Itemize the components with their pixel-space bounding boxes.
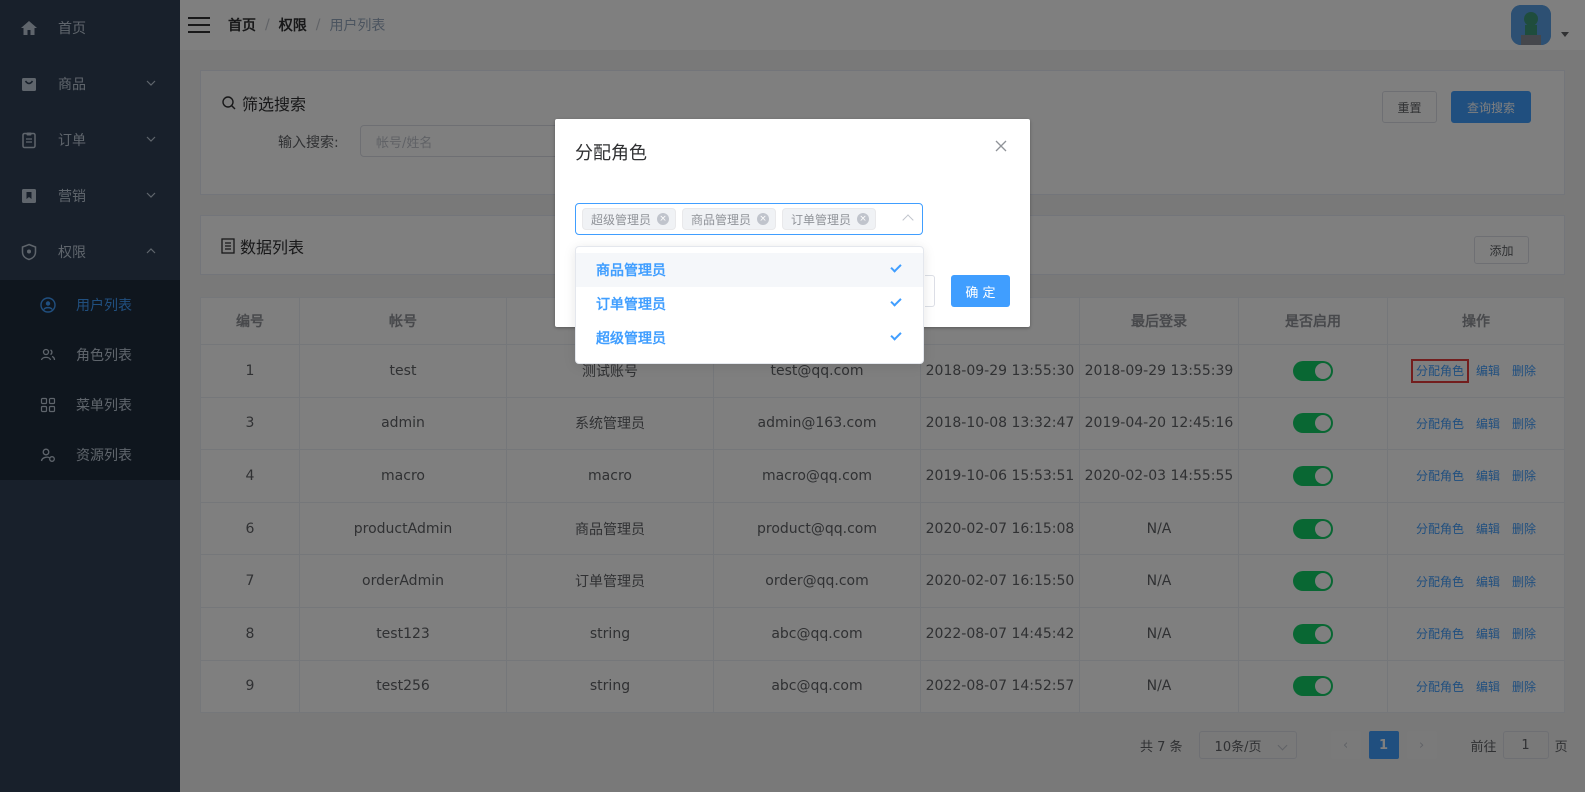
role-option-label: 商品管理员 — [596, 263, 666, 279]
confirm-button[interactable]: 确 定 — [951, 275, 1010, 307]
role-tag-label: 超级管理员 — [591, 212, 652, 227]
role-option[interactable]: 商品管理员 — [576, 253, 923, 287]
close-icon[interactable] — [994, 139, 1008, 153]
role-tag: 商品管理员 × — [682, 208, 777, 230]
role-tag: 超级管理员 × — [582, 208, 677, 230]
role-option-label: 订单管理员 — [596, 297, 666, 313]
role-option[interactable]: 订单管理员 — [576, 287, 923, 321]
role-dropdown: 商品管理员 订单管理员 超级管理员 — [575, 246, 924, 364]
cancel-button[interactable] — [925, 275, 935, 307]
role-tag: 订单管理员 × — [782, 208, 877, 230]
role-tag-label: 商品管理员 — [691, 212, 752, 227]
role-tag-label: 订单管理员 — [791, 212, 852, 227]
dialog-title: 分配角色 — [575, 143, 647, 164]
chevron-up-icon[interactable] — [902, 214, 914, 226]
check-icon — [890, 295, 902, 307]
role-multiselect[interactable]: 超级管理员 × 商品管理员 × 订单管理员 × — [575, 203, 923, 235]
check-icon — [890, 329, 902, 341]
role-option-label: 超级管理员 — [596, 331, 666, 347]
tag-close-icon[interactable]: × — [757, 213, 770, 225]
tag-close-icon[interactable]: × — [657, 213, 670, 225]
tag-close-icon[interactable]: × — [857, 213, 870, 225]
role-option[interactable]: 超级管理员 — [576, 321, 923, 355]
check-icon — [890, 261, 902, 273]
